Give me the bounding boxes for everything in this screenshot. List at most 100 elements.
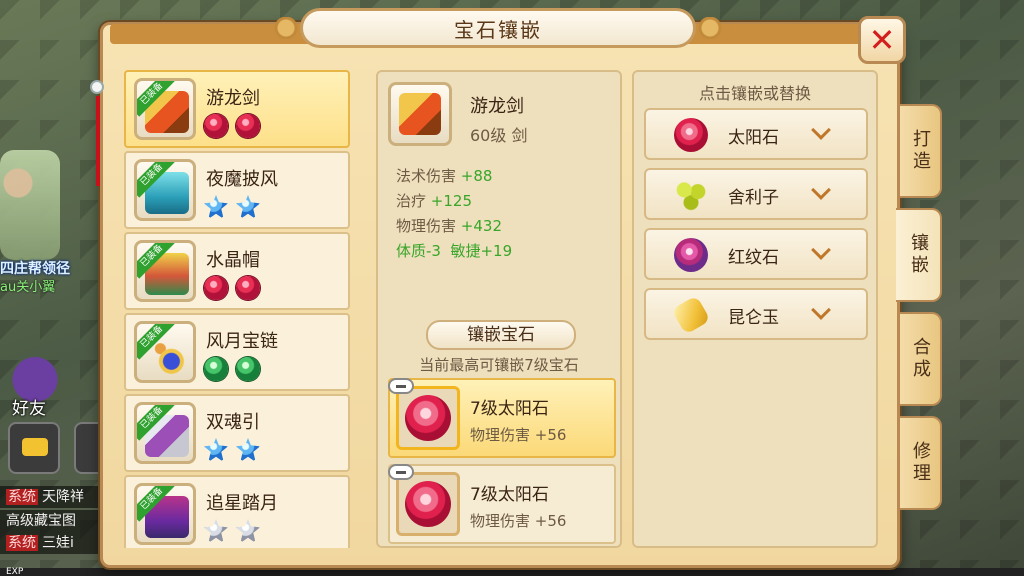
equipment-detail: 游龙剑 60级 剑 法术伤害 +88 治疗 +125 物理伤害 +432 体质-… [376, 70, 622, 548]
system-text: 三娃i [42, 535, 74, 551]
chevron-down-icon [811, 180, 831, 200]
blue-gem-icon [204, 438, 228, 462]
green-gem-icon [204, 357, 228, 381]
tab-label: 打造 [910, 129, 931, 173]
gem-stat: 物理伤害 +56 [470, 510, 566, 531]
title-bar: 宝石镶嵌 [269, 8, 727, 48]
stat-row: 治疗 +125 [396, 189, 512, 214]
gem-option-label: 红纹石 [728, 248, 779, 268]
system-message-1: 系统 天降祥 [0, 486, 100, 508]
gem-stat: 物理伤害 +56 [470, 424, 566, 445]
gem-option-kunlun-jade[interactable]: 昆仑玉 [644, 288, 868, 340]
relic-icon [674, 178, 708, 212]
detail-name: 游龙剑 [470, 96, 524, 117]
stat-value: +125 [430, 192, 472, 210]
chevron-down-icon [811, 120, 831, 140]
section-title: 镶嵌宝石 [426, 320, 576, 350]
system-tag: 系统 [6, 535, 38, 551]
equipment-name: 风月宝链 [206, 331, 278, 352]
tab-label: 修理 [910, 441, 931, 485]
equipment-name: 双魂引 [206, 412, 260, 433]
blue-gem-icon [236, 438, 260, 462]
tab-repair[interactable]: 修理 [900, 416, 942, 510]
gem-option-label: 太阳石 [728, 128, 779, 148]
red-gem-icon [204, 276, 228, 300]
stat-label: 法术伤害 [396, 167, 457, 185]
sword-icon: 已装备 [134, 78, 196, 140]
gem-option-sun-stone[interactable]: 太阳石 [644, 108, 868, 160]
system-message-3: 系统 三娃i [0, 532, 100, 554]
gem-options-panel: 点击镶嵌或替换 太阳石 舍利子 红纹石 昆仑玉 [632, 70, 878, 548]
close-icon: ✕ [868, 21, 896, 59]
exp-bar: EXP [0, 567, 1024, 576]
gem-slot[interactable]: 7级太阳石 物理伤害 +56 [388, 378, 616, 458]
red-gem-icon [236, 276, 260, 300]
white-gem-icon [236, 519, 260, 543]
sun-stone-icon [674, 118, 708, 152]
chevron-down-icon [811, 240, 831, 260]
gem-option-red-pattern-stone[interactable]: 红纹石 [644, 228, 868, 280]
system-tag: 系统 [6, 489, 38, 505]
equipment-item[interactable]: 已装备 水晶帽 [124, 232, 350, 310]
equipment-name: 追星踏月 [206, 493, 278, 514]
gem-stat-label: 物理伤害 [470, 512, 531, 530]
gem-name: 7级太阳石 [470, 399, 549, 419]
equipment-item[interactable]: 已装备 夜魔披风 [124, 151, 350, 229]
equipment-item[interactable]: 已装备 风月宝链 [124, 313, 350, 391]
friend-label: 好友 [12, 399, 46, 419]
stat-label: 物理伤害 [396, 217, 457, 235]
cloak-icon: 已装备 [134, 159, 196, 221]
npc-character [0, 150, 60, 260]
tab-combine[interactable]: 合成 [900, 312, 942, 406]
remove-gem-button[interactable] [388, 464, 414, 480]
tab-label: 镶嵌 [908, 233, 929, 277]
stat-row: 法术伤害 +88 [396, 164, 512, 189]
stat-value: +432 [460, 217, 502, 235]
stats-list: 法术伤害 +88 治疗 +125 物理伤害 +432 体质-3 敏捷+19 [396, 164, 512, 264]
chat-icon[interactable] [8, 422, 60, 474]
stat-label: 治疗 [396, 192, 427, 210]
equipment-name: 游龙剑 [206, 88, 260, 109]
white-gem-icon [204, 519, 228, 543]
system-message-2: 高级藏宝图 [0, 510, 100, 532]
necklace-icon: 已装备 [134, 321, 196, 383]
equipment-name: 水晶帽 [206, 250, 260, 271]
gem-slot[interactable]: 7级太阳石 物理伤害 +56 [388, 464, 616, 544]
gem-stat-label: 物理伤害 [470, 426, 531, 444]
tab-inlay[interactable]: 镶嵌 [896, 208, 942, 302]
bonus-stats: 体质-3 敏捷+19 [396, 242, 513, 260]
blue-gem-icon [204, 195, 228, 219]
boots-icon: 已装备 [134, 483, 196, 545]
guild-name-text: 四庄帮领径 [0, 261, 70, 277]
system-text: 天降祥 [42, 489, 84, 505]
sun-stone-icon [396, 386, 460, 450]
guild-sub-text: au关小翼 [0, 280, 56, 295]
kunlun-jade-icon [671, 295, 711, 335]
gem-option-relic[interactable]: 舍利子 [644, 168, 868, 220]
tassel-decoration [86, 40, 106, 190]
remove-gem-button[interactable] [388, 378, 414, 394]
sun-stone-icon [396, 472, 460, 536]
gem-option-label: 舍利子 [728, 188, 779, 208]
gem-option-label: 昆仑玉 [728, 308, 779, 328]
tab-forge[interactable]: 打造 [900, 104, 942, 198]
equipment-list: 已装备 游龙剑 已装备 夜魔披风 已装备 水晶帽 已装备 风月宝链 已装备 双魂… [124, 70, 352, 548]
red-gem-icon [236, 114, 260, 138]
chevron-down-icon [811, 300, 831, 320]
close-button[interactable]: ✕ [858, 16, 906, 64]
options-title: 点击镶嵌或替换 [698, 84, 811, 103]
red-gem-icon [204, 114, 228, 138]
gem-name: 7级太阳石 [470, 485, 549, 505]
panel-title: 宝石镶嵌 [454, 17, 542, 42]
equipment-item[interactable]: 已装备 双魂引 [124, 394, 350, 472]
gem-stat-value: +56 [534, 512, 567, 530]
belt-icon: 已装备 [134, 402, 196, 464]
equipment-item[interactable]: 已装备 追星踏月 [124, 475, 350, 548]
stat-value: +88 [460, 167, 493, 185]
hat-icon: 已装备 [134, 240, 196, 302]
gem-stat-value: +56 [534, 426, 567, 444]
equipment-item[interactable]: 已装备 游龙剑 [124, 70, 350, 148]
exp-label: EXP [6, 567, 24, 576]
sword-icon [388, 82, 452, 146]
equipment-name: 夜魔披风 [206, 169, 278, 190]
